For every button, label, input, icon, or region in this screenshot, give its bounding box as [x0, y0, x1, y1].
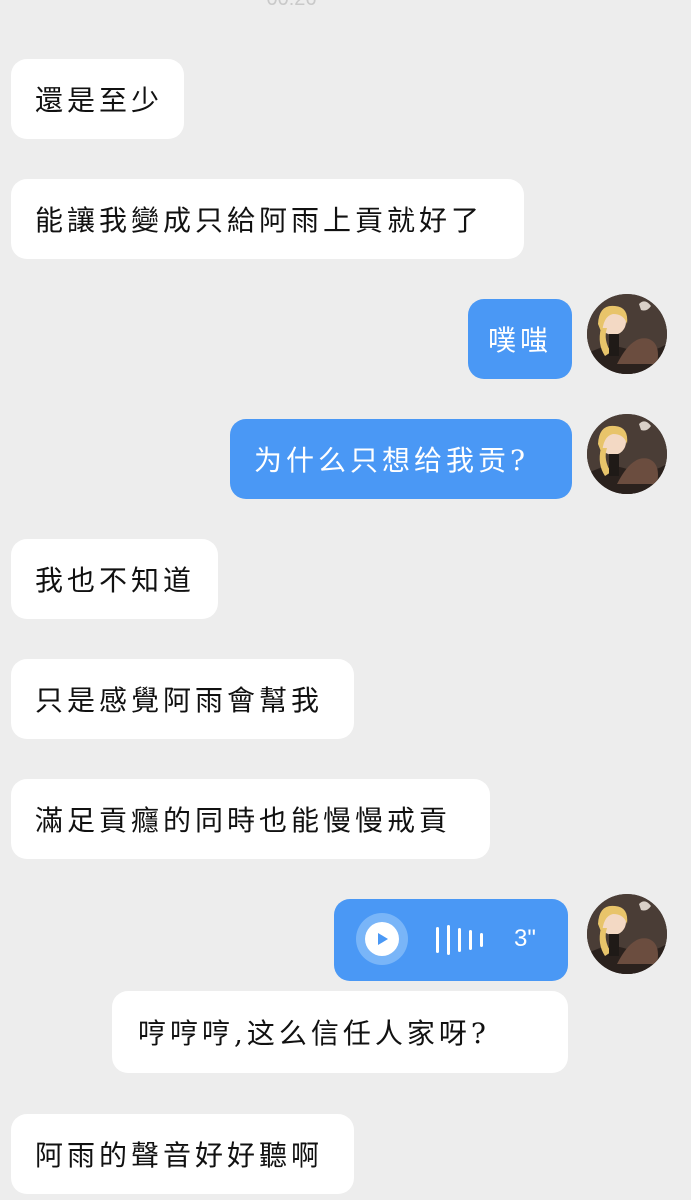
- message-bubble-outgoing[interactable]: 为什么只想给我贡?: [230, 419, 572, 499]
- message-text: 为什么只想给我贡?: [254, 444, 530, 477]
- message-text: 能讓我變成只給阿雨上貢就好了: [35, 204, 484, 237]
- voice-transcript-bubble[interactable]: 哼哼哼,这么信任人家呀?: [112, 991, 568, 1073]
- avatar-anime-girl-icon: [587, 414, 667, 494]
- voice-message-bubble[interactable]: 3": [334, 899, 568, 981]
- play-icon: [378, 933, 388, 945]
- message-text: 哼哼哼,这么信任人家呀?: [138, 1017, 490, 1050]
- message-bubble-outgoing[interactable]: 噗嗤: [468, 299, 572, 379]
- voice-duration: 3": [514, 925, 536, 952]
- timestamp: 00:26: [0, 0, 583, 11]
- avatar[interactable]: [587, 894, 667, 974]
- message-text: 只是感覺阿雨會幫我: [35, 684, 324, 717]
- message-text: 噗嗤: [487, 324, 552, 357]
- message-text: 滿足貢癮的同時也能慢慢戒貢: [35, 804, 452, 837]
- play-button[interactable]: [356, 913, 408, 965]
- message-bubble-incoming[interactable]: 滿足貢癮的同時也能慢慢戒貢: [11, 779, 490, 859]
- message-text: 阿雨的聲音好好聽啊: [35, 1139, 324, 1172]
- avatar-anime-girl-icon: [587, 894, 667, 974]
- message-text: 我也不知道: [35, 564, 196, 597]
- message-bubble-incoming[interactable]: 阿雨的聲音好好聽啊: [11, 1114, 354, 1194]
- message-bubble-incoming[interactable]: 還是至少: [11, 59, 184, 139]
- avatar[interactable]: [587, 414, 667, 494]
- message-bubble-incoming[interactable]: 我也不知道: [11, 539, 218, 619]
- avatar[interactable]: [587, 294, 667, 374]
- waveform-icon: [436, 925, 483, 955]
- message-bubble-incoming[interactable]: 能讓我變成只給阿雨上貢就好了: [11, 179, 524, 259]
- message-bubble-incoming[interactable]: 只是感覺阿雨會幫我: [11, 659, 354, 739]
- message-text: 還是至少: [35, 84, 164, 117]
- avatar-anime-girl-icon: [587, 294, 667, 374]
